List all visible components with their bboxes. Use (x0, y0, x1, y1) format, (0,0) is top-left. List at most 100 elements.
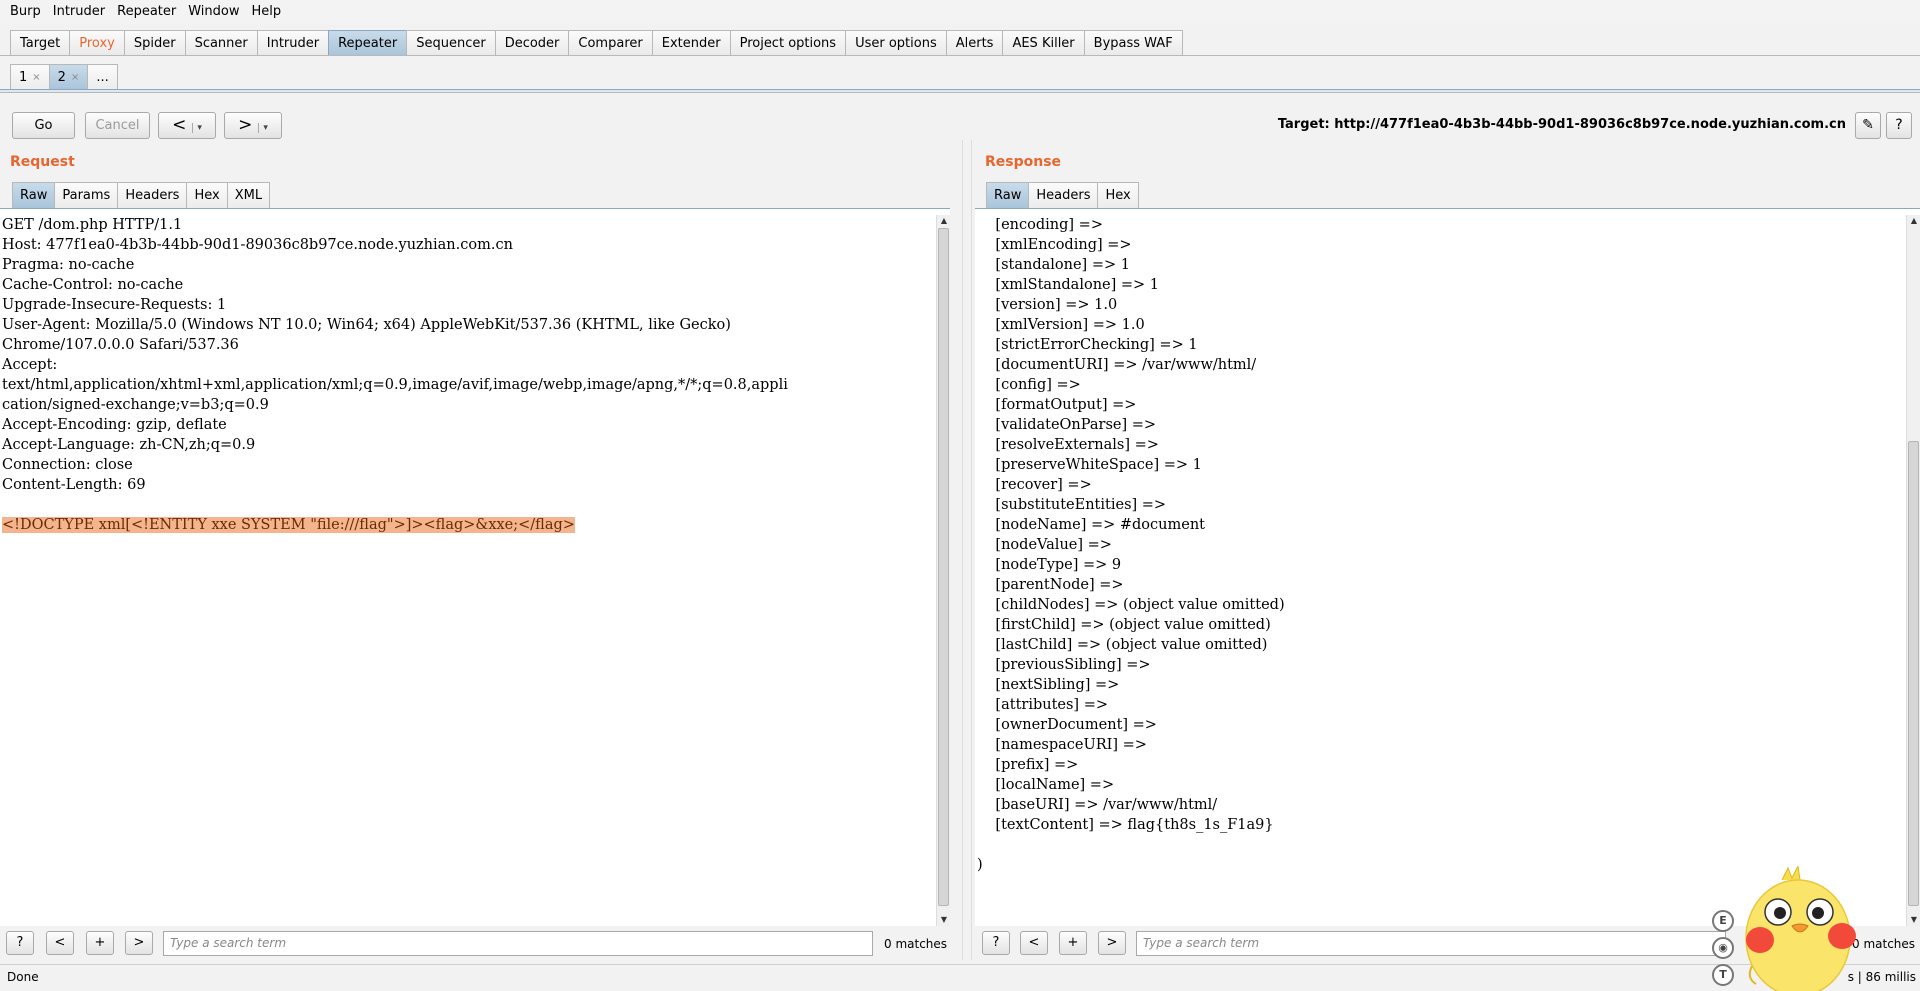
response-line: [formatOutput] => (977, 397, 1137, 413)
menu-repeater[interactable]: Repeater (111, 0, 182, 24)
response-line: [validateOnParse] => (977, 417, 1157, 433)
chevron-down-icon[interactable]: ▾ (258, 123, 268, 133)
tab-comparer[interactable]: Comparer (568, 30, 653, 56)
menu-burp[interactable]: Burp (4, 0, 47, 24)
response-editor[interactable]: [encoding] => [xmlEncoding] => [standalo… (975, 208, 1920, 926)
response-scrollbar[interactable]: ▲ ▼ (1906, 215, 1920, 926)
go-button[interactable]: Go (12, 112, 75, 139)
request-tab-params[interactable]: Params (54, 182, 119, 208)
menu-help[interactable]: Help (246, 0, 288, 24)
menu-bar: Burp Intruder Repeater Window Help (0, 0, 1920, 24)
menu-intruder[interactable]: Intruder (47, 0, 111, 24)
search-help-button[interactable]: ? (982, 931, 1010, 955)
help-button[interactable]: ? (1886, 112, 1912, 139)
tab-aes-killer[interactable]: AES Killer (1002, 30, 1085, 56)
search-help-button[interactable]: ? (6, 931, 34, 955)
request-line: Cache-Control: no-cache (2, 277, 184, 293)
tab-alerts[interactable]: Alerts (945, 30, 1004, 56)
status-text: Done (7, 970, 39, 984)
sub-tab-new[interactable]: ... (87, 64, 118, 90)
response-line: [xmlVersion] => 1.0 (977, 317, 1145, 333)
scroll-up-icon[interactable]: ▲ (1907, 215, 1920, 227)
edit-target-button[interactable]: ✎ (1855, 112, 1881, 139)
response-line: [preserveWhiteSpace] => 1 (977, 457, 1202, 473)
back-button[interactable]: < ▾ (158, 112, 216, 139)
request-editor[interactable]: GET /dom.php HTTP/1.1 Host: 477f1ea0-4b3… (0, 208, 950, 926)
search-add-button[interactable]: + (1059, 931, 1087, 955)
response-line: [resolveExternals] => (977, 437, 1159, 453)
request-body-payload: <!DOCTYPE xml[<!ENTITY xxe SYSTEM "file:… (2, 517, 575, 533)
split-pane-divider[interactable] (962, 140, 972, 960)
search-prev-button[interactable]: < (1020, 931, 1048, 955)
t-icon[interactable]: T (1712, 964, 1734, 986)
response-line: [nextSibling] => (977, 677, 1120, 693)
response-line: [prefix] => (977, 757, 1079, 773)
tab-project-options[interactable]: Project options (729, 30, 847, 56)
request-matches-count: 0 matches (884, 937, 948, 951)
response-line: [documentURI] => /var/www/html/ (977, 357, 1257, 373)
search-next-button[interactable]: > (1098, 931, 1126, 955)
cancel-button[interactable]: Cancel (85, 112, 150, 139)
request-line: Accept: (2, 357, 58, 373)
tab-decoder[interactable]: Decoder (494, 30, 570, 56)
close-icon[interactable]: × (32, 65, 40, 90)
menu-window[interactable]: Window (182, 0, 245, 24)
response-tab-hex[interactable]: Hex (1097, 182, 1139, 208)
forward-button[interactable]: > ▾ (224, 112, 282, 139)
search-add-button[interactable]: + (86, 931, 114, 955)
pencil-icon: ✎ (1862, 117, 1874, 133)
response-line: [childNodes] => (object value omitted) (977, 597, 1285, 613)
request-line: Chrome/107.0.0.0 Safari/537.36 (2, 337, 239, 353)
request-line: cation/signed-exchange;v=b3;q=0.9 (2, 397, 269, 413)
sub-tabs-divider (0, 89, 1920, 93)
scroll-down-icon[interactable]: ▼ (937, 914, 950, 926)
tab-intruder[interactable]: Intruder (256, 30, 330, 56)
tab-scanner[interactable]: Scanner (184, 30, 258, 56)
response-lines: [encoding] => [xmlEncoding] => [standalo… (977, 215, 1920, 875)
tab-spider[interactable]: Spider (123, 30, 186, 56)
request-search-input[interactable]: Type a search term (163, 931, 873, 956)
request-line: Pragma: no-cache (2, 257, 135, 273)
request-tab-xml[interactable]: XML (226, 182, 271, 208)
scroll-up-icon[interactable]: ▲ (937, 215, 950, 227)
request-title: Request (10, 154, 75, 170)
scroll-down-icon[interactable]: ▼ (1907, 914, 1920, 926)
sub-tab-1[interactable]: 1 × (10, 64, 50, 90)
request-line: Accept-Language: zh-CN,zh;q=0.9 (2, 437, 256, 453)
request-line: Content-Length: 69 (2, 477, 146, 493)
sub-tab-label: 2 (57, 70, 66, 85)
tab-extender[interactable]: Extender (651, 30, 731, 56)
response-tab-raw[interactable]: Raw (986, 182, 1030, 208)
response-tab-headers[interactable]: Headers (1028, 182, 1099, 208)
request-tab-headers[interactable]: Headers (117, 182, 188, 208)
e-icon[interactable]: E (1712, 910, 1734, 932)
request-line: Accept-Encoding: gzip, deflate (2, 417, 227, 433)
response-line: [parentNode] => (977, 577, 1124, 593)
request-tab-hex[interactable]: Hex (186, 182, 228, 208)
tab-target[interactable]: Target (10, 30, 71, 56)
tab-user-options[interactable]: User options (845, 30, 947, 56)
response-line: [nodeValue] => (977, 537, 1112, 553)
main-tabs-divider (0, 55, 1920, 56)
record-icon[interactable]: ◉ (1712, 937, 1734, 959)
close-icon[interactable]: × (71, 65, 79, 90)
tab-repeater[interactable]: Repeater (328, 30, 408, 56)
request-scrollbar[interactable]: ▲ ▼ (936, 215, 950, 926)
tab-proxy[interactable]: Proxy (69, 30, 125, 56)
sub-tab-2[interactable]: 2 × (48, 64, 89, 90)
response-search-input[interactable]: Type a search term (1136, 931, 1726, 956)
search-prev-button[interactable]: < (46, 931, 74, 955)
chick-mascot-icon (1745, 866, 1856, 991)
response-scroll-thumb[interactable] (1908, 441, 1919, 906)
response-line: [recover] => (977, 477, 1092, 493)
response-line: [lastChild] => (object value omitted) (977, 637, 1268, 653)
search-next-button[interactable]: > (125, 931, 153, 955)
tab-sequencer[interactable]: Sequencer (406, 30, 496, 56)
request-tabs: Raw Params Headers Hex XML (12, 182, 271, 208)
request-line: Host: 477f1ea0-4b3b-44bb-90d1-89036c8b97… (2, 237, 513, 253)
chevron-down-icon[interactable]: ▾ (192, 123, 202, 133)
request-scroll-thumb[interactable] (938, 228, 949, 906)
request-tab-raw[interactable]: Raw (12, 182, 56, 208)
response-line: [ownerDocument] => (977, 717, 1157, 733)
tab-bypass-waf[interactable]: Bypass WAF (1083, 30, 1183, 56)
